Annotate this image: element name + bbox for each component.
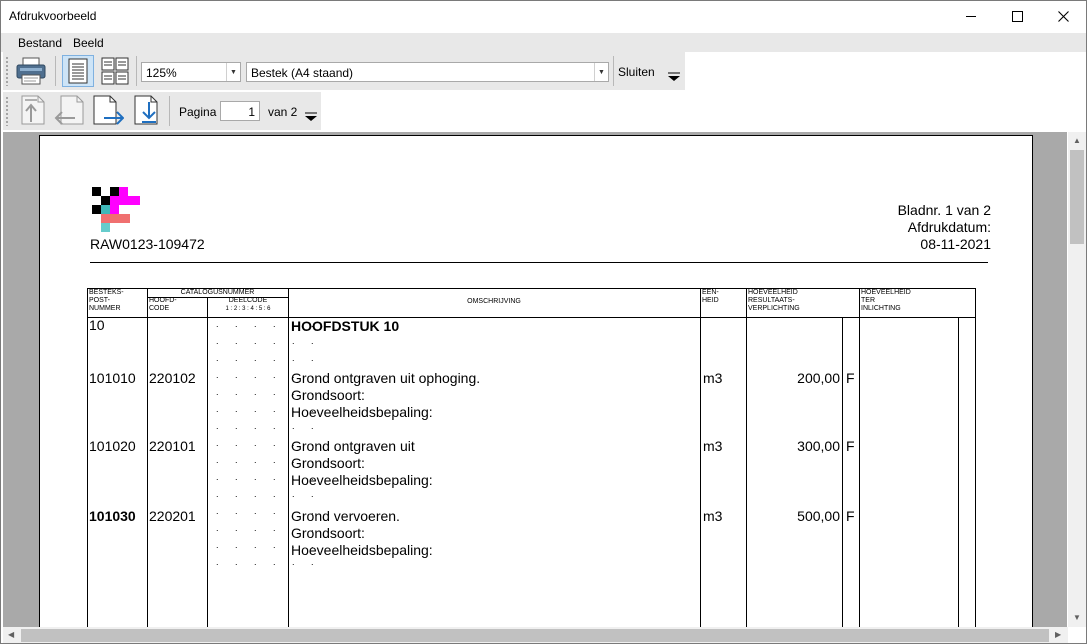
minimize-button[interactable] bbox=[948, 1, 994, 32]
document-code: RAW0123-109472 bbox=[90, 236, 205, 252]
chevron-down-icon[interactable]: ▼ bbox=[594, 63, 608, 81]
deelcode-dots: . . . . . . bbox=[216, 421, 321, 431]
layout-select[interactable]: Bestek (A4 staand) ▼ bbox=[246, 62, 609, 82]
minimize-icon bbox=[965, 16, 976, 17]
close-window-button[interactable] bbox=[1040, 1, 1086, 32]
toolbar-overflow-icon[interactable] bbox=[304, 112, 318, 126]
document-meta: Bladnr. 1 van 2 Afdrukdatum: 08-11-2021 bbox=[898, 202, 991, 253]
post-number: 101010 bbox=[89, 370, 136, 386]
col-header-omschrijving: OMSCHRIJVING bbox=[467, 298, 521, 305]
description-line: Grond ontgraven uit ophoging. bbox=[291, 370, 481, 386]
next-page-icon bbox=[93, 95, 124, 125]
toolbar-overflow-icon[interactable] bbox=[667, 72, 681, 86]
multi-page-icon bbox=[101, 57, 129, 85]
company-logo bbox=[92, 187, 140, 232]
horizontal-scrollbar[interactable]: ◀ ▶ bbox=[3, 627, 1068, 643]
deelcode-dots: . . . . . . bbox=[216, 336, 321, 346]
quantity-flag: F bbox=[846, 370, 855, 386]
col-header-deelcode: DEELCODE 1 : 2 : 3 : 4 : 5 : 6 bbox=[225, 297, 271, 312]
maximize-icon bbox=[1011, 11, 1023, 22]
menu-bestand[interactable]: Bestand bbox=[18, 36, 62, 50]
description-line: Grondsoort: bbox=[291, 387, 365, 403]
previous-page-button[interactable] bbox=[53, 94, 85, 126]
page-label: Pagina bbox=[179, 105, 217, 119]
description-line: Hoeveelheidsbepaling: bbox=[291, 472, 433, 488]
quantity: 300,00 bbox=[797, 438, 840, 454]
description-line: Grond vervoeren. bbox=[291, 508, 400, 524]
next-page-button[interactable] bbox=[92, 94, 124, 126]
horizontal-scroll-thumb[interactable] bbox=[21, 629, 1049, 642]
first-page-button[interactable] bbox=[17, 94, 49, 126]
page-count: van 2 bbox=[268, 105, 298, 119]
last-page-icon bbox=[134, 95, 158, 125]
preview-area[interactable]: RAW0123-109472 Bladnr. 1 van 2 Afdrukdat… bbox=[3, 132, 1067, 627]
zoom-select[interactable]: 125% ▼ bbox=[141, 62, 241, 82]
hoofd-code: 220201 bbox=[149, 508, 196, 524]
hoofd-code: 220102 bbox=[149, 370, 196, 386]
maximize-button[interactable] bbox=[994, 1, 1040, 32]
scroll-left-icon[interactable]: ◀ bbox=[8, 630, 14, 639]
print-preview-window: Afdrukvoorbeeld Bestand Beeld 125% ▼ Bes… bbox=[0, 0, 1087, 644]
title-bar: Afdrukvoorbeeld bbox=[1, 1, 1086, 33]
post-number: 101020 bbox=[89, 438, 136, 454]
quantity-flag: F bbox=[846, 508, 855, 524]
unit: m3 bbox=[703, 438, 723, 454]
col-header-eenheid: EEN- HEID bbox=[702, 289, 719, 304]
page-number-input[interactable]: 1 bbox=[220, 101, 260, 121]
close-icon bbox=[1057, 11, 1069, 22]
scroll-up-icon[interactable]: ▲ bbox=[1073, 136, 1081, 145]
description-line: Hoeveelheidsbepaling: bbox=[291, 404, 433, 420]
quantity: 500,00 bbox=[797, 508, 840, 524]
quantity-flag: F bbox=[846, 438, 855, 454]
description-line: Hoeveelheidsbepaling: bbox=[291, 542, 433, 558]
menu-bar: Bestand Beeld bbox=[1, 33, 1086, 52]
col-header-hoofdcode: HOOFD- CODE bbox=[149, 297, 177, 312]
document-page: RAW0123-109472 Bladnr. 1 van 2 Afdrukdat… bbox=[39, 135, 1033, 627]
print-button[interactable] bbox=[15, 55, 47, 87]
print-date: 08-11-2021 bbox=[920, 236, 991, 252]
window-title: Afdrukvoorbeeld bbox=[9, 9, 97, 23]
quantity: 200,00 bbox=[797, 370, 840, 386]
unit: m3 bbox=[703, 508, 723, 524]
previous-page-icon bbox=[54, 95, 84, 125]
col-header-hoeveelheid-resultaat: HOEVEELHEID RESULTAATS- VERPLICHTING bbox=[748, 289, 800, 312]
vertical-scroll-thumb[interactable] bbox=[1070, 150, 1084, 244]
navigation-toolbar: Pagina 1 van 2 bbox=[3, 92, 321, 130]
menu-beeld[interactable]: Beeld bbox=[73, 36, 104, 50]
scroll-down-icon[interactable]: ▼ bbox=[1073, 613, 1081, 622]
description-line: Grondsoort: bbox=[291, 525, 365, 541]
deelcode-dots: . . . . . . bbox=[216, 353, 321, 363]
deelcode-dots: . . . . . . bbox=[216, 557, 321, 567]
print-date-label: Afdrukdatum: bbox=[907, 219, 991, 235]
printer-icon bbox=[16, 57, 46, 85]
main-toolbar: 125% ▼ Bestek (A4 staand) ▼ Sluiten bbox=[3, 52, 685, 90]
chapter-number: 10 bbox=[89, 317, 105, 333]
col-header-hoeveelheid-inlichting: HOEVEELHEID TER INLICHTING bbox=[861, 289, 911, 312]
description-line: Grondsoort: bbox=[291, 455, 365, 471]
hoofd-code: 220101 bbox=[149, 438, 196, 454]
header-divider bbox=[90, 262, 988, 263]
sluiten-button[interactable]: Sluiten bbox=[618, 65, 655, 79]
col-header-post: BESTEKS- POST- NUMMER bbox=[89, 289, 124, 312]
toolbar-grip[interactable] bbox=[5, 56, 9, 86]
deelcode-dots: . . . . . . bbox=[216, 319, 321, 329]
single-page-view-button[interactable] bbox=[62, 55, 94, 87]
last-page-button[interactable] bbox=[131, 94, 163, 126]
first-page-icon bbox=[21, 95, 45, 125]
unit: m3 bbox=[703, 370, 723, 386]
vertical-scrollbar[interactable]: ▲ ▼ bbox=[1068, 132, 1086, 627]
zoom-value: 125% bbox=[146, 66, 177, 80]
multi-page-view-button[interactable] bbox=[99, 55, 131, 87]
sheet-number: Bladnr. 1 van 2 bbox=[897, 202, 991, 218]
single-page-icon bbox=[68, 58, 88, 84]
deelcode-dots: . . . . . . bbox=[216, 489, 321, 499]
toolbar-grip[interactable] bbox=[5, 96, 9, 126]
scroll-right-icon[interactable]: ▶ bbox=[1055, 630, 1061, 639]
layout-value: Bestek (A4 staand) bbox=[251, 66, 354, 80]
description-line: Grond ontgraven uit bbox=[291, 438, 415, 454]
post-number: 101030 bbox=[89, 508, 136, 524]
col-header-catalogus: CATALOGUSNUMMER bbox=[180, 289, 255, 296]
chevron-down-icon[interactable]: ▼ bbox=[226, 63, 240, 81]
